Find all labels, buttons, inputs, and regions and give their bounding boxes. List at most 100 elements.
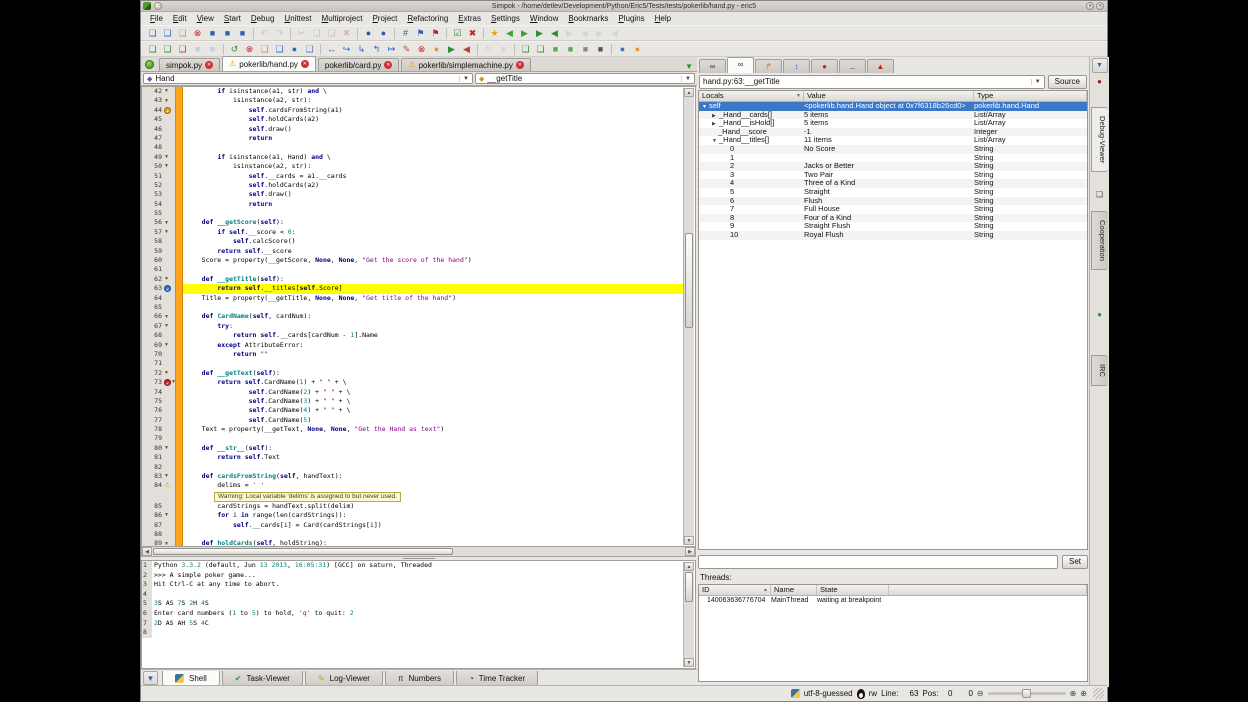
debug-script-icon[interactable]: ❏	[272, 42, 287, 56]
variable-row[interactable]: 8Four of a KindString	[699, 214, 1087, 223]
marker-margin[interactable]: ✕▼	[164, 378, 175, 387]
tab-shell[interactable]: Shell	[162, 671, 220, 686]
marker-margin[interactable]: ▼	[164, 539, 175, 547]
scroll-right-icon[interactable]: ▶	[685, 547, 695, 556]
tab-log-viewer[interactable]: ✎Log-Viewer	[305, 671, 383, 686]
scroll-down-icon[interactable]: ▼	[684, 658, 694, 667]
previous-error-icon[interactable]: ◀	[547, 26, 562, 40]
menu-multiproject[interactable]: Multiproject	[317, 14, 368, 23]
fold-arrow-icon[interactable]: ▼	[164, 277, 169, 282]
marker-margin[interactable]	[164, 350, 175, 359]
menu-unittest[interactable]: Unittest	[279, 14, 316, 23]
marker-margin[interactable]: ▼	[164, 218, 175, 227]
variable-row[interactable]: 7Full HouseString	[699, 205, 1087, 214]
next-error-icon[interactable]: ▶	[532, 26, 547, 40]
fold-margin[interactable]	[175, 406, 183, 415]
tab-time-tracker[interactable]: ◔Time Tracker	[456, 671, 538, 686]
run-script-icon[interactable]: ❏	[257, 42, 272, 56]
menu-settings[interactable]: Settings	[486, 14, 525, 23]
tab-task-viewer[interactable]: ✔Task-Viewer	[222, 671, 303, 686]
fold-margin[interactable]	[175, 218, 183, 227]
fold-margin[interactable]	[175, 134, 183, 143]
scrollbar-thumb[interactable]	[153, 548, 453, 555]
variable-row[interactable]: 0No ScoreString	[699, 145, 1087, 154]
fold-arrow-icon[interactable]: ▼	[164, 371, 169, 376]
marker-margin[interactable]	[164, 521, 175, 530]
new-window-icon[interactable]: ❏	[160, 26, 175, 40]
filter-icon[interactable]: ▼	[1092, 58, 1108, 73]
scroll-up-icon[interactable]: ▲	[684, 88, 694, 97]
menu-debug[interactable]: Debug	[246, 14, 280, 23]
fold-arrow-icon[interactable]: ▼	[164, 513, 169, 518]
fold-margin[interactable]	[175, 359, 183, 368]
fold-arrow-icon[interactable]: ▼	[164, 446, 169, 451]
variable-row[interactable]: ▶_Hand__isHold[]5 itemsList/Array	[699, 119, 1087, 128]
close-icon[interactable]: ⊗	[190, 26, 205, 40]
goto-line-icon[interactable]: #	[398, 26, 413, 40]
fold-margin[interactable]	[175, 388, 183, 397]
variable-row[interactable]: 1String	[699, 154, 1087, 163]
close-tab-icon[interactable]: ✕	[516, 61, 524, 69]
zoom-in-icon[interactable]: ⊕	[1070, 689, 1077, 698]
marker-margin[interactable]	[164, 416, 175, 425]
marker-margin[interactable]: ▼	[164, 444, 175, 453]
marker-margin[interactable]	[164, 200, 175, 209]
save-all-icon[interactable]: ■	[235, 26, 250, 40]
exceptions-tab[interactable]: ▲	[867, 59, 894, 73]
variable-row[interactable]: _Hand__score-1Integer	[699, 128, 1087, 137]
menu-bookmarks[interactable]: Bookmarks	[563, 14, 613, 23]
tab-list-icon[interactable]: ▼	[685, 62, 693, 71]
fold-margin[interactable]	[175, 172, 183, 181]
marker-margin[interactable]: ▼	[164, 312, 175, 321]
preferences-icon[interactable]: ■	[578, 42, 593, 56]
menu-extras[interactable]: Extras	[453, 14, 486, 23]
variable-row[interactable]: 6FlushString	[699, 197, 1087, 206]
fold-arrow-icon[interactable]: ▼	[164, 474, 169, 479]
fold-margin[interactable]	[175, 331, 183, 340]
marker-margin[interactable]	[164, 397, 175, 406]
menu-refactoring[interactable]: Refactoring	[402, 14, 453, 23]
marker-margin[interactable]	[164, 181, 175, 190]
copy-icon[interactable]: ❏	[309, 26, 324, 40]
marker-margin[interactable]	[164, 172, 175, 181]
redo-icon[interactable]: ↷	[272, 26, 287, 40]
save-project-as-icon[interactable]: ■	[205, 42, 220, 56]
close-tab-icon[interactable]: ✕	[205, 61, 213, 69]
fold-margin[interactable]	[175, 143, 183, 152]
step-over-icon[interactable]: ↪	[339, 42, 354, 56]
tree-expand-icon[interactable]: ▼	[712, 137, 719, 145]
fold-margin[interactable]	[175, 96, 183, 105]
unittest-script-icon[interactable]: ■	[548, 42, 563, 56]
fold-margin[interactable]	[175, 425, 183, 434]
zoom-out-icon[interactable]: ⊖	[977, 689, 984, 698]
fold-arrow-icon[interactable]: ▼	[164, 164, 169, 169]
bookmark-previous-icon[interactable]: ⚑	[428, 26, 443, 40]
fold-margin[interactable]	[175, 369, 183, 378]
edit-breakpoints-icon[interactable]: ✎	[399, 42, 414, 56]
scrollbar-thumb[interactable]	[685, 572, 693, 602]
breakpoints-tab[interactable]: ●	[811, 59, 838, 73]
close-button[interactable]: ✕	[1096, 2, 1104, 10]
marker-margin[interactable]: ▼	[164, 472, 175, 481]
fold-margin[interactable]	[175, 502, 183, 511]
scroll-down-icon[interactable]: ▼	[684, 536, 694, 545]
editor-horizontal-scrollbar[interactable]: ◀ ▶	[141, 547, 696, 557]
side-tab-cooperation[interactable]: Cooperation	[1091, 211, 1108, 270]
fold-arrow-icon[interactable]: ▼	[164, 542, 169, 547]
fold-margin[interactable]	[175, 275, 183, 284]
fold-margin[interactable]	[175, 350, 183, 359]
fold-margin[interactable]	[175, 228, 183, 237]
close-project-icon[interactable]: ❏	[175, 42, 190, 56]
fold-margin[interactable]	[175, 434, 183, 443]
favorites-icon[interactable]: ★	[487, 26, 502, 40]
editor-tab[interactable]: ⚠pokerlib/hand.py✕	[222, 56, 316, 71]
web-browser-icon[interactable]: ●	[615, 42, 630, 56]
fold-margin[interactable]	[175, 453, 183, 462]
fold-margin[interactable]	[175, 87, 183, 96]
tree-expand-icon[interactable]: ▶	[712, 112, 719, 120]
fold-margin[interactable]	[175, 106, 183, 115]
fold-arrow-icon[interactable]: ▼	[164, 221, 169, 226]
next-bookmark-icon[interactable]: ▶	[562, 26, 577, 40]
bookmark-next-icon[interactable]: ⚑	[413, 26, 428, 40]
marker-margin[interactable]	[164, 406, 175, 415]
